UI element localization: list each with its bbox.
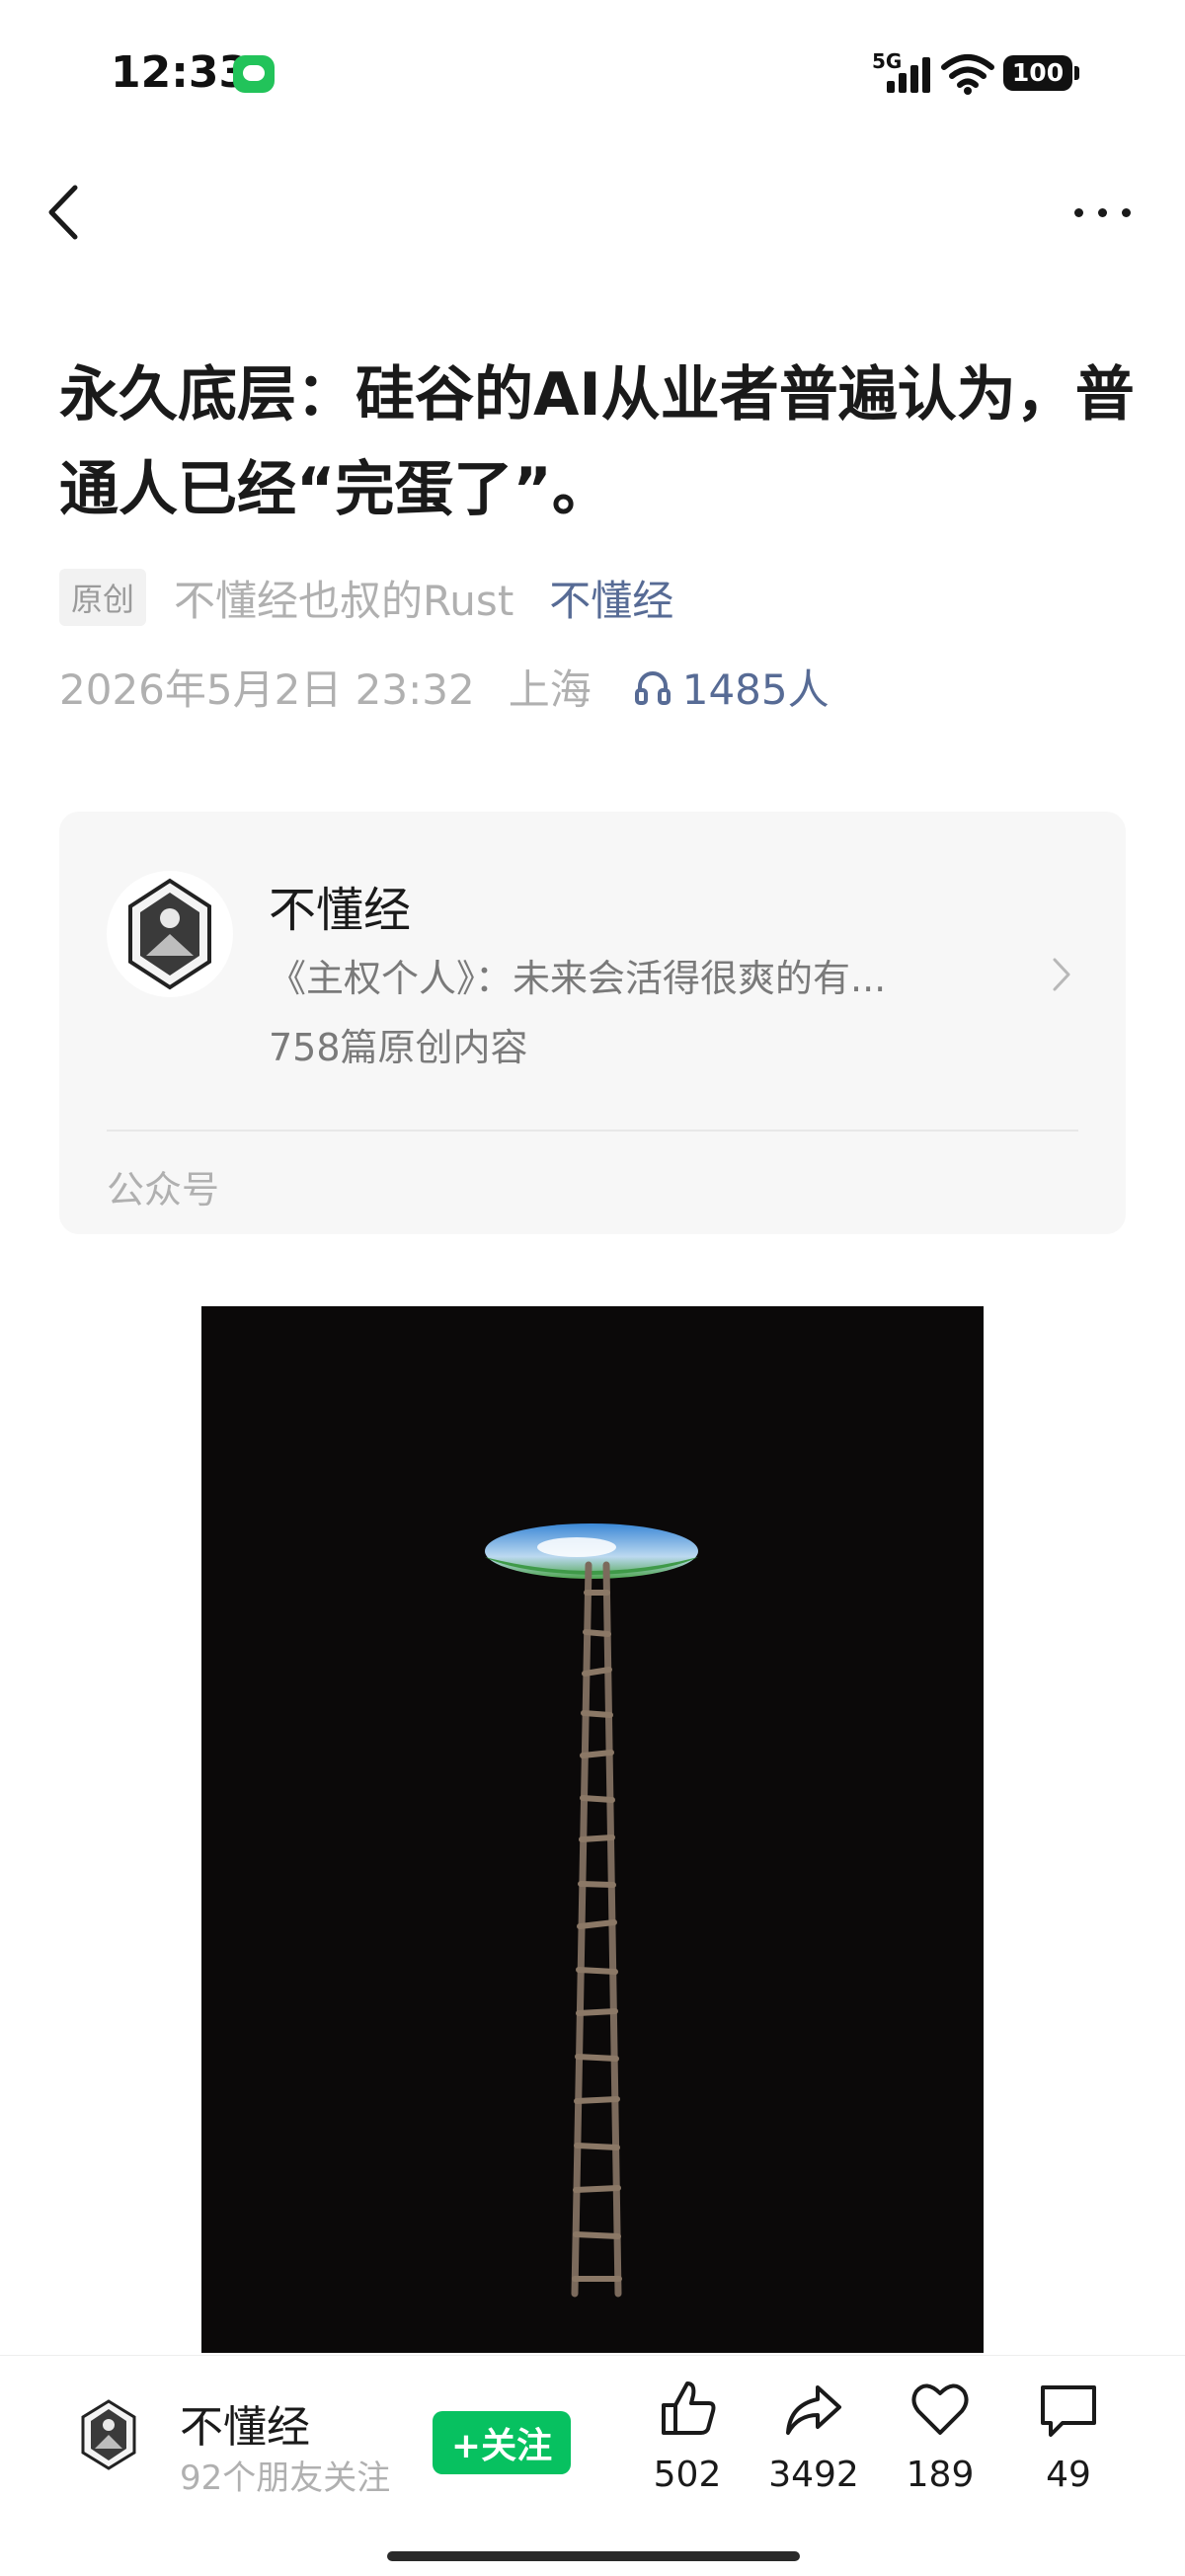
home-indicator[interactable] [387, 2551, 800, 2561]
author-name: 不懂经也叔的Rust [174, 576, 514, 625]
account-type-label: 公众号 [107, 1168, 220, 1211]
listen-button[interactable]: 1485人 [634, 657, 830, 717]
like-count: 502 [653, 2455, 722, 2495]
account-card[interactable]: 不懂经 《主权个人》：未来会活得很爽的有... 758篇原创内容 公众号 [59, 812, 1126, 1234]
original-badge: 原创 [59, 569, 147, 626]
comment-count: 49 [1046, 2455, 1091, 2495]
chevron-left-icon [48, 185, 78, 240]
account-name-link[interactable]: 不懂经 [549, 568, 673, 628]
article-meta: 2026年5月2日 23:32 上海 1485人 [59, 657, 830, 716]
share-button[interactable]: 3492 [754, 2378, 873, 2495]
signal-icon [887, 57, 934, 93]
follow-button[interactable]: +关注 [433, 2411, 571, 2474]
article-byline: 原创 不懂经也叔的Rust 不懂经 [59, 568, 673, 627]
account-card-description: 《主权个人》：未来会活得很爽的有... [269, 957, 887, 1000]
like-button[interactable]: 502 [628, 2378, 747, 2495]
headphones-icon [634, 671, 671, 705]
bottom-account-avatar[interactable] [71, 2397, 146, 2472]
battery-indicator: 100 [1003, 55, 1079, 91]
share-arrow-icon [786, 2385, 841, 2435]
bottom-action-bar: 不懂经 92个朋友关注 +关注 502 3492 189 49 [0, 2355, 1185, 2576]
favorite-count: 189 [906, 2455, 975, 2495]
card-divider [107, 1130, 1078, 1132]
heart-icon [911, 2383, 969, 2435]
publish-location: 上海 [508, 664, 592, 714]
friends-following-count: 92个朋友关注 [180, 2459, 391, 2498]
bottom-account-name[interactable]: 不懂经 [180, 2391, 310, 2455]
account-avatar [107, 871, 233, 997]
listener-count: 1485人 [681, 664, 830, 714]
status-bar: 12:33 5G 100 [0, 0, 1185, 148]
publish-date: 2026年5月2日 23:32 [59, 664, 475, 714]
message-notification-icon [233, 55, 275, 93]
chevron-right-icon [1053, 958, 1070, 991]
status-time: 12:33 [111, 47, 250, 98]
thumbs-up-icon [662, 2381, 716, 2435]
more-options-button[interactable] [1066, 193, 1138, 232]
article-image-ladder [201, 1306, 984, 2353]
favorite-button[interactable]: 189 [881, 2378, 999, 2495]
account-card-name: 不懂经 [269, 883, 412, 938]
account-card-article-count: 758篇原创内容 [269, 1026, 528, 1069]
article-title: 永久底层：硅谷的AI从业者普遍认为，普通人已经“完蛋了”。 [59, 360, 1135, 524]
comment-icon [1041, 2385, 1096, 2437]
wifi-icon [941, 54, 994, 95]
comment-button[interactable]: 49 [1009, 2378, 1128, 2495]
back-button[interactable] [36, 178, 95, 247]
share-count: 3492 [768, 2455, 859, 2495]
